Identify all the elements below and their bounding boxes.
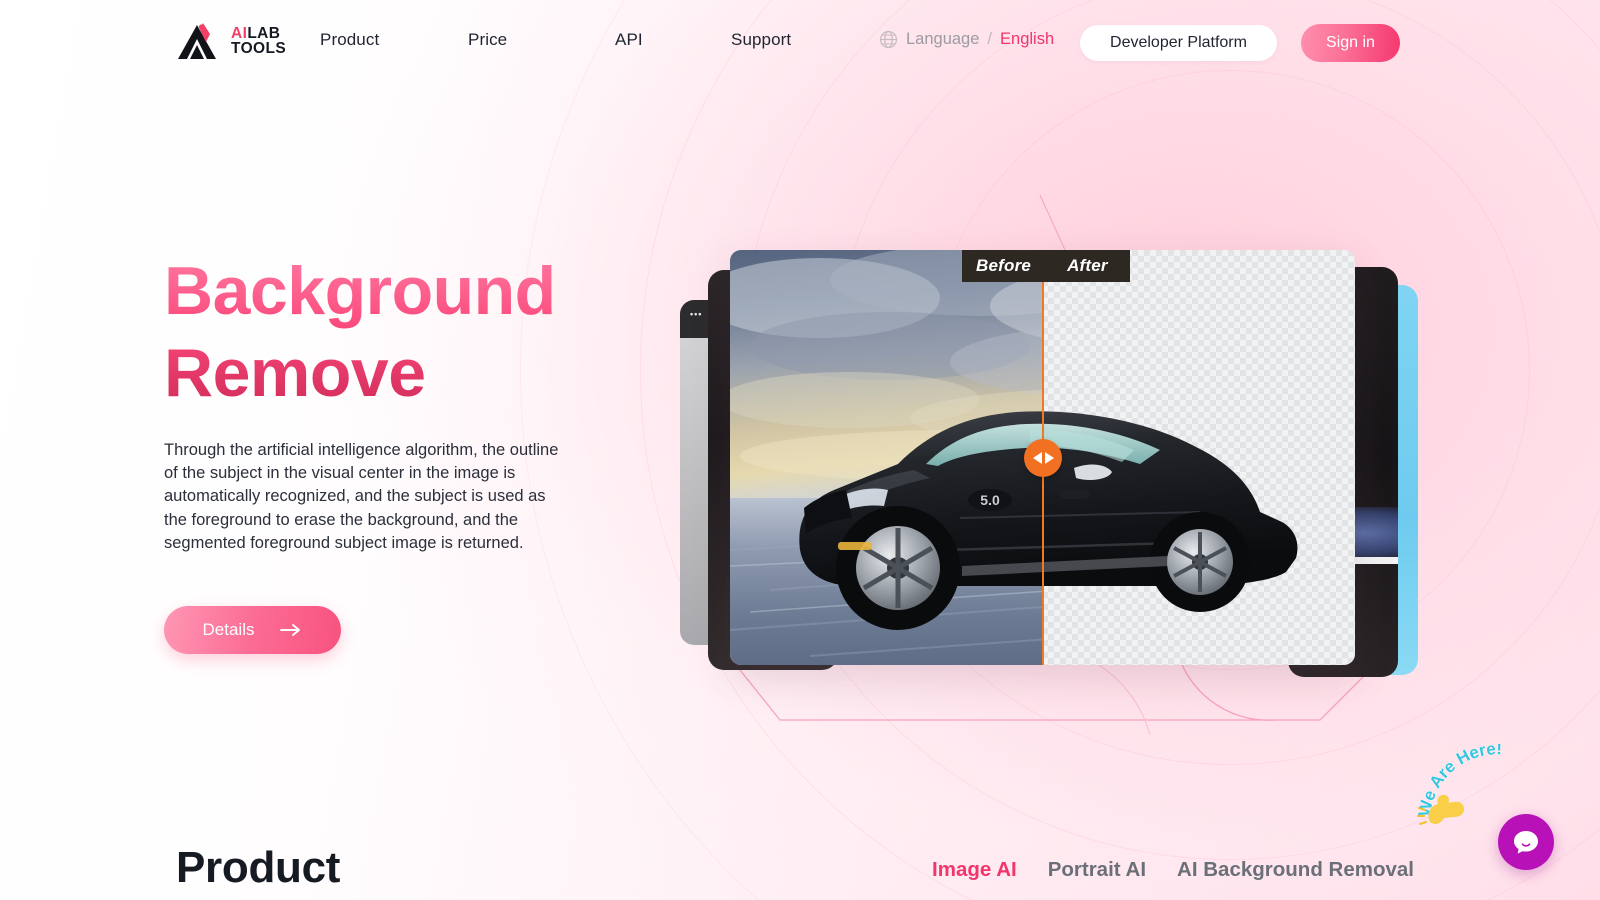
product-section-title: Product xyxy=(176,843,341,892)
tab-image-ai[interactable]: Image AI xyxy=(932,858,1017,882)
site-header: AILAB TOOLS Product Price API Support La… xyxy=(0,0,1600,86)
developer-platform-button[interactable]: Developer Platform xyxy=(1080,25,1277,61)
hero-description: Through the artificial intelligence algo… xyxy=(164,440,559,553)
tab-ai-background-removal[interactable]: AI Background Removal xyxy=(1177,858,1414,882)
nav-item-support[interactable]: Support xyxy=(731,30,851,50)
main-navigation: Product Price API Support xyxy=(320,30,851,50)
brand-logo-text: AILAB TOOLS xyxy=(231,26,287,57)
details-button[interactable]: Details xyxy=(164,605,341,654)
chat-open-button[interactable] xyxy=(1498,814,1554,870)
before-after-panel[interactable]: 5.0 Before After xyxy=(730,250,1355,665)
brand-logo[interactable]: AILAB TOOLS xyxy=(176,22,286,62)
chat-widget: We Are Here! xyxy=(1414,744,1564,874)
after-label: After xyxy=(1045,250,1130,282)
hero-visual: ••• 5.0 Before After xyxy=(660,194,1440,735)
before-photo-background xyxy=(730,250,1042,665)
nav-item-price[interactable]: Price xyxy=(468,30,615,50)
pointing-hand-icon xyxy=(1417,794,1464,825)
language-separator: / xyxy=(987,30,993,48)
nav-item-api[interactable]: API xyxy=(615,30,731,50)
card-badge-dots: ••• xyxy=(690,309,703,319)
product-tabs: Image AI Portrait AI AI Background Remov… xyxy=(932,858,1414,882)
comparison-slider-handle[interactable] xyxy=(1024,439,1062,477)
language-value[interactable]: English xyxy=(1000,30,1054,49)
details-button-label: Details xyxy=(202,619,255,639)
before-photo-region xyxy=(730,250,1042,665)
left-arrow-icon xyxy=(1032,452,1042,464)
landing-page: AILAB TOOLS Product Price API Support La… xyxy=(0,0,1600,900)
hero-title: Background Remove xyxy=(164,250,634,415)
nav-item-product[interactable]: Product xyxy=(320,30,468,50)
globe-icon xyxy=(879,30,898,49)
mountain-logo-icon xyxy=(178,23,216,59)
language-selector[interactable]: Language / English xyxy=(879,30,1054,49)
brand-logo-line2: TOOLS xyxy=(231,40,287,57)
tab-portrait-ai[interactable]: Portrait AI xyxy=(1048,858,1146,882)
before-label: Before xyxy=(962,250,1046,282)
hero-copy: Background Remove Through the artificial… xyxy=(164,250,634,654)
language-label: Language xyxy=(906,30,980,48)
arrow-right-icon xyxy=(280,623,301,636)
sign-in-button[interactable]: Sign in xyxy=(1301,24,1400,62)
before-after-labels: Before After xyxy=(962,250,1130,282)
chat-bubble-icon xyxy=(1514,831,1538,854)
right-arrow-icon xyxy=(1044,452,1054,464)
